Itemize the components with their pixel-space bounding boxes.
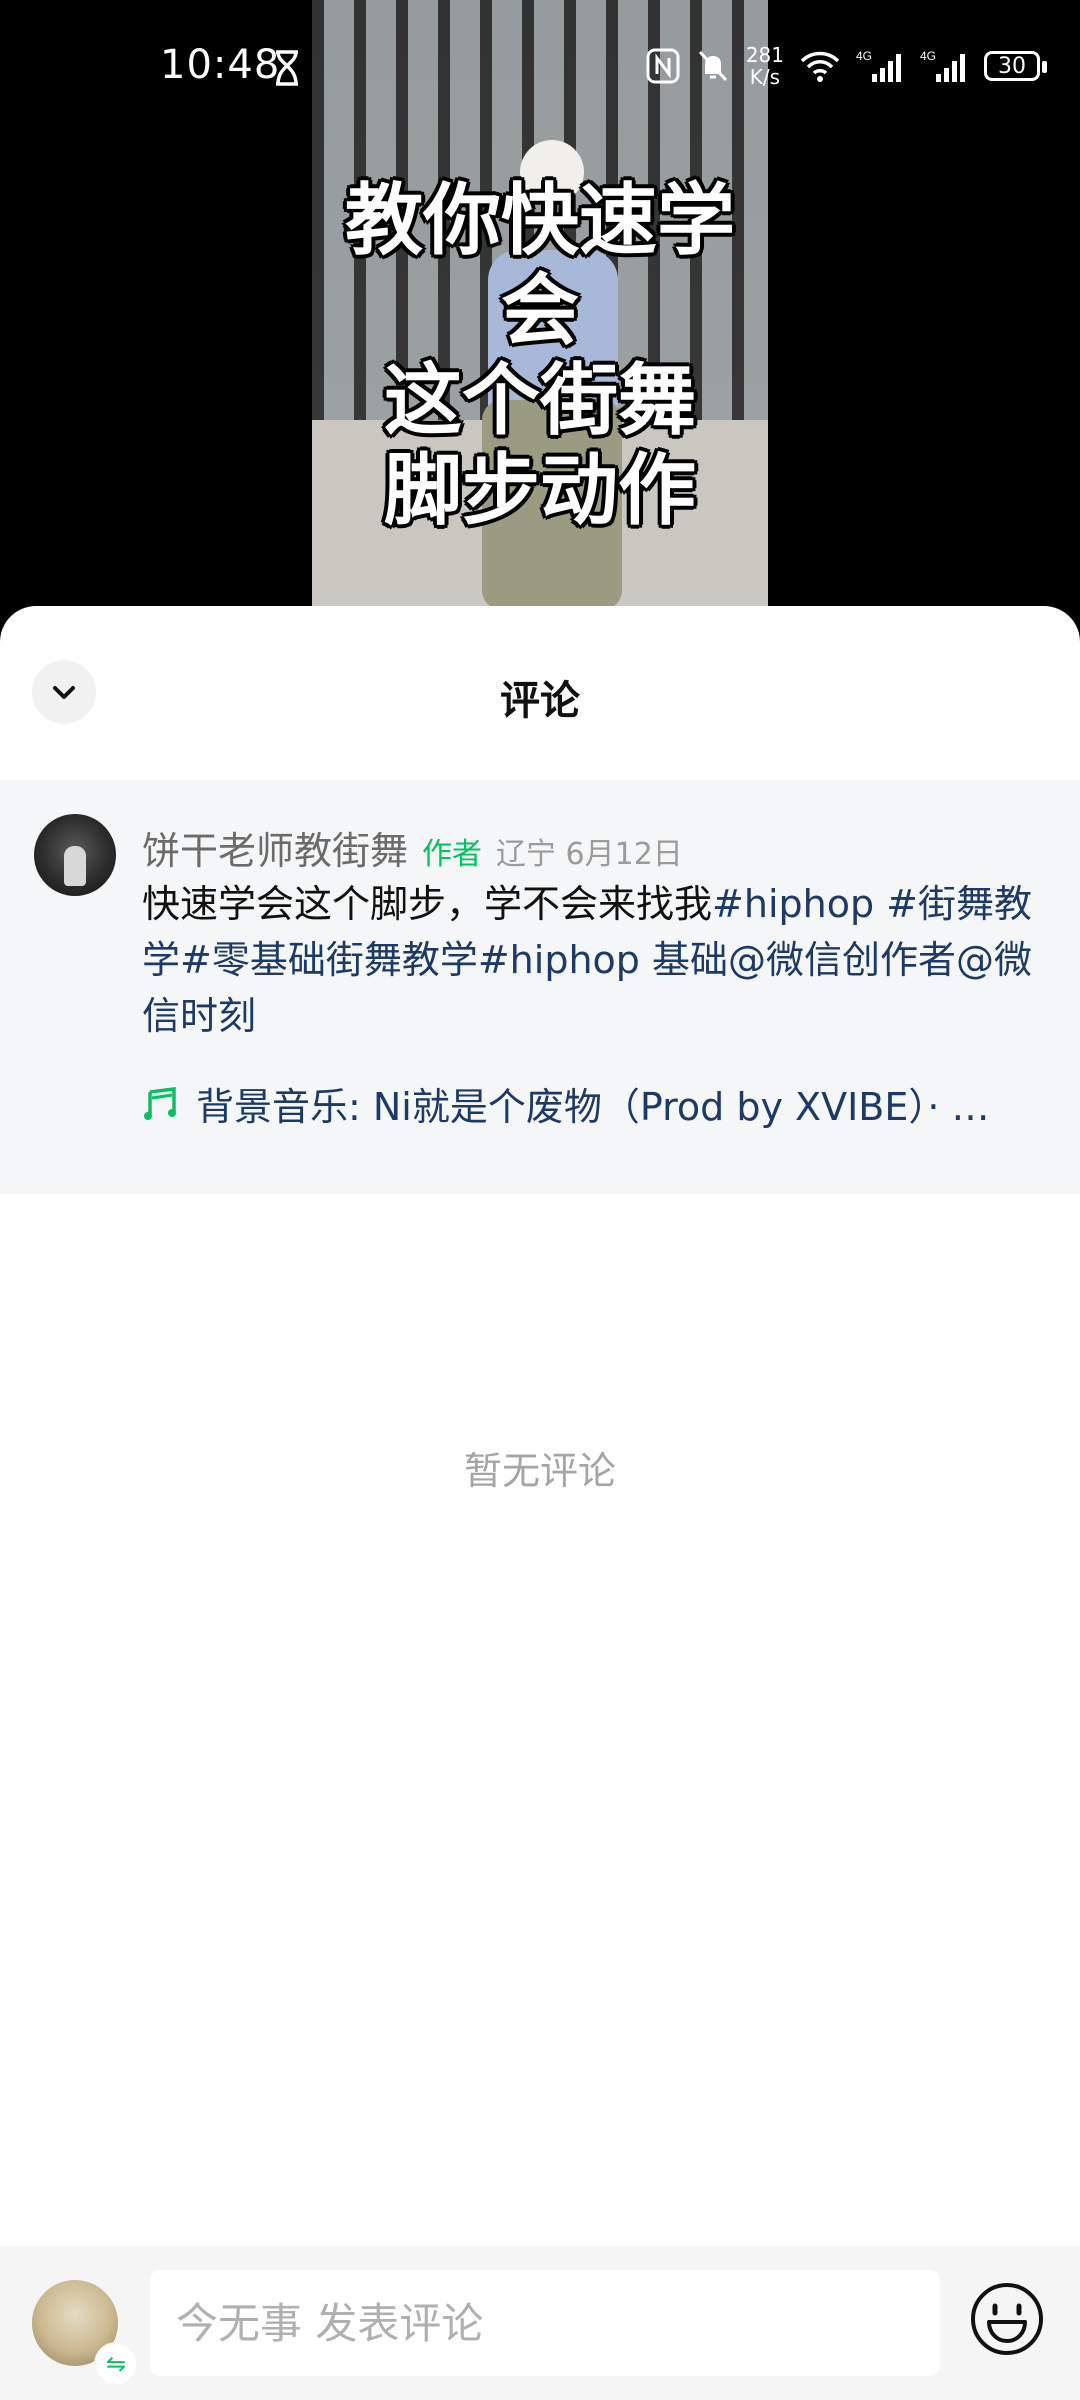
video-caption: 教你快速学会 这个街舞 脚步动作 bbox=[344, 176, 735, 536]
sheet-title: 评论 bbox=[500, 678, 580, 724]
music-label: 背景音乐: Ni就是个废物（Prod by XVIBE）· … bbox=[196, 1085, 990, 1129]
comment-input[interactable] bbox=[150, 2270, 940, 2376]
wifi-icon bbox=[800, 51, 840, 82]
emoji-icon[interactable] bbox=[968, 2280, 1046, 2358]
author-tag: 作者 bbox=[422, 837, 483, 872]
net-speed-unit: K/s bbox=[749, 65, 781, 89]
nfc-icon bbox=[646, 48, 680, 84]
sheet-header: 评论 bbox=[0, 606, 1080, 780]
net-speed-value: 281 bbox=[745, 43, 784, 67]
signal-icon: 4G bbox=[856, 49, 901, 82]
post-card: 饼干老师教街舞 作者 辽宁 6月12日 快速学会这个脚步，学不会来找我#hiph… bbox=[0, 780, 1080, 1194]
status-icons: 281 K/s 4G 4G 30 bbox=[646, 38, 1047, 94]
comment-sheet: 评论 饼干老师教街舞 作者 辽宁 6月12日 快速学会这个脚步，学不会来找我#h… bbox=[0, 606, 1080, 2400]
signal-icon: 4G bbox=[920, 49, 965, 82]
hourglass-icon bbox=[276, 50, 298, 86]
author-avatar[interactable] bbox=[34, 814, 116, 896]
svg-text:4G: 4G bbox=[920, 49, 936, 63]
post-meta: 饼干老师教街舞 作者 辽宁 6月12日 bbox=[142, 820, 683, 875]
status-bar: 10:48 281 K/s 4G 4G 30 bbox=[0, 0, 1080, 136]
battery-icon: 30 bbox=[984, 51, 1047, 81]
svg-text:4G: 4G bbox=[856, 49, 872, 63]
post-text: 快速学会这个脚步，学不会来找我#hiphop #街舞教学#零基础街舞教学#hip… bbox=[142, 876, 1050, 1044]
empty-comments-text: 暂无评论 bbox=[463, 1449, 616, 1493]
status-time: 10:48 bbox=[160, 42, 281, 88]
avatar-figure bbox=[64, 846, 86, 886]
background-music[interactable]: 背景音乐: Ni就是个废物（Prod by XVIBE）· … bbox=[142, 1076, 1050, 1131]
screen: 教你快速学会 这个街舞 脚步动作 10:48 281 K/s 4G 4G 30 … bbox=[0, 0, 1080, 2400]
comment-bar: ⇋ bbox=[0, 2246, 1080, 2400]
author-name[interactable]: 饼干老师教街舞 bbox=[142, 820, 408, 875]
post-text-plain: 快速学会这个脚步，学不会来找我 bbox=[142, 882, 713, 926]
location-date: 辽宁 6月12日 bbox=[496, 837, 683, 872]
mute-icon bbox=[698, 50, 727, 82]
switch-icon[interactable]: ⇋ bbox=[96, 2344, 136, 2384]
net-speed: 281 K/s bbox=[746, 44, 784, 88]
music-note-icon bbox=[144, 1086, 176, 1120]
